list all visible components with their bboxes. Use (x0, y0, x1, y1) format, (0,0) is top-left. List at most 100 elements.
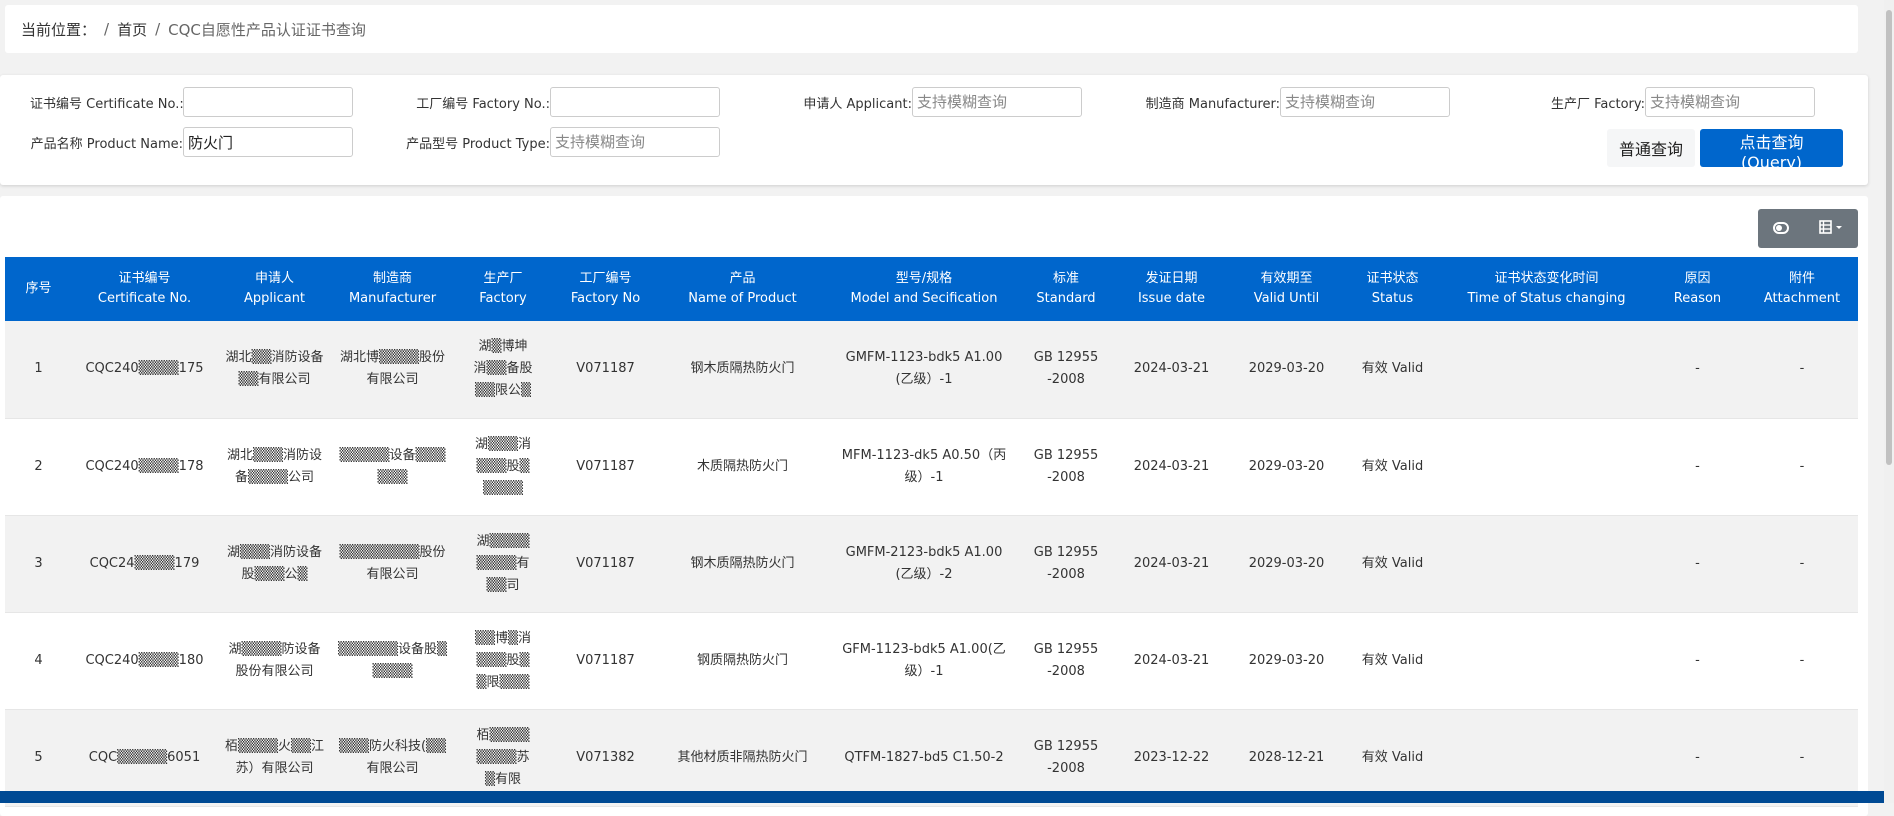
column-header-en: Applicant (243, 291, 306, 306)
manufacturer-input[interactable] (1280, 87, 1450, 117)
column-header-en: Model and Secification (850, 291, 998, 306)
table-cell: ▒▒▒▒▒设备▒▒▒▒▒▒ (332, 418, 453, 516)
cell-text: 湖▒▒▒消▒▒▒股▒▒▒▒▒ (475, 436, 531, 496)
cell-text: - (1695, 749, 1700, 765)
column-header-cn: 标准 (1052, 271, 1079, 286)
table-row[interactable]: 1 CQC240▒▒▒▒175 湖北▒▒消防设备▒▒有限公司 湖北博▒▒▒▒股份有限公… (5, 321, 1858, 419)
cell-text: - (1799, 361, 1805, 377)
table-cell: - (1649, 418, 1746, 516)
column-header[interactable]: 附件 Attachment (1746, 257, 1858, 321)
breadcrumb-label: 当前位置： (21, 20, 97, 39)
toggle-icon[interactable] (1773, 219, 1789, 238)
column-header[interactable]: 证书状态变化时间 Time of Status changing (1444, 257, 1649, 321)
column-header[interactable]: 工厂编号 Factory No (553, 257, 658, 321)
factory-label: 生产厂 Factory: (1550, 96, 1645, 112)
cell-text: GFM-1123-bdk5 A1.00(乙级）-1 (842, 641, 1006, 679)
cell-text: 钢木质隔热防火门 (690, 361, 795, 377)
table-cell: V071187 (553, 321, 658, 419)
table-cell: 钢木质隔热防火门 (658, 515, 827, 613)
cell-text: 有效 Valid (1361, 361, 1424, 377)
column-header-cn: 发证日期 (1145, 271, 1198, 286)
cell-text: 湖▒▒▒消防设备股▒▒▒公▒ (227, 544, 322, 582)
table-cell: 湖北博▒▒▒▒股份有限公司 (332, 321, 453, 419)
breadcrumb-home-link[interactable]: 首页 (117, 19, 147, 40)
cell-text: - (1695, 458, 1700, 474)
column-header-en: Time of Status changing (1467, 291, 1626, 306)
columns-icon[interactable] (1819, 219, 1843, 238)
table-cell: 有效 Valid (1341, 612, 1444, 710)
column-header[interactable]: 证书状态 Status (1341, 257, 1444, 321)
query-button[interactable]: 点击查询(Query) (1700, 129, 1843, 172)
cell-text: - (1799, 555, 1805, 571)
column-header[interactable]: 原因 Reason (1649, 257, 1746, 321)
table-cell: 2024-03-21 (1111, 321, 1232, 419)
table-cell: - (1746, 418, 1858, 516)
column-header[interactable]: 生产厂 Factory (453, 257, 553, 321)
table-cell: V071187 (553, 612, 658, 710)
column-header[interactable]: 证书编号 Certificate No. (72, 257, 217, 321)
vertical-scrollbar[interactable] (1884, 0, 1894, 803)
column-header-en: Standard (1036, 291, 1096, 306)
table-cell: 有效 Valid (1341, 515, 1444, 613)
cell-text: 钢木质隔热防火门 (690, 555, 795, 571)
table-cell: 2029-03-20 (1232, 418, 1341, 516)
column-header-cn: 序号 (25, 281, 52, 296)
field-product-name: 产品名称 Product Name: (30, 127, 353, 157)
scrollbar-thumb[interactable] (1886, 10, 1892, 465)
cell-text: 1 (34, 361, 43, 377)
cell-text: ▒▒▒▒▒设备▒▒▒▒▒▒ (339, 447, 446, 485)
table-cell: 湖▒博坤消▒▒备股▒▒限公▒ (453, 321, 553, 419)
cell-text: 有效 Valid (1361, 652, 1424, 668)
column-header[interactable]: 有效期至 Valid Until (1232, 257, 1341, 321)
cell-text: 湖▒▒▒▒▒▒▒▒有▒▒司 (476, 533, 530, 593)
table-cell: ▒▒▒▒▒▒▒▒股份有限公司 (332, 515, 453, 613)
factory-no-input[interactable] (550, 87, 720, 117)
field-factory: 生产厂 Factory: (1530, 87, 1815, 117)
product-name-input[interactable] (183, 127, 353, 157)
column-header[interactable]: 序号 (5, 257, 72, 321)
column-header[interactable]: 型号/规格 Model and Secification (827, 257, 1021, 321)
factory-input[interactable] (1645, 87, 1815, 117)
cell-text: V071187 (576, 652, 635, 668)
product-type-input[interactable] (550, 127, 720, 157)
cell-text: 2029-03-20 (1248, 652, 1325, 668)
column-header[interactable]: 制造商 Manufacturer (332, 257, 453, 321)
cell-text: GMFM-2123-bdk5 A1.00(乙级）-2 (845, 544, 1003, 582)
table-cell: 钢质隔热防火门 (658, 612, 827, 710)
column-header-en: Reason (1673, 291, 1722, 306)
column-header-en: Manufacturer (348, 291, 437, 306)
cell-text: 木质隔热防火门 (696, 458, 788, 474)
column-header[interactable]: 发证日期 Issue date (1111, 257, 1232, 321)
breadcrumb-separator: / (155, 20, 161, 38)
table-cell: - (1649, 515, 1746, 613)
column-header[interactable]: 产品 Name of Product (658, 257, 827, 321)
table-row[interactable]: 3 CQC24▒▒▒▒179 湖▒▒▒消防设备股▒▒▒公▒ ▒▒▒▒▒▒▒▒股份有限公… (5, 515, 1858, 613)
column-header-cn: 证书状态 (1366, 271, 1419, 286)
certificate-table: 序号 证书编号 Certificate No. 申请人 Applicant 制造商 Manu… (5, 257, 1858, 807)
field-factory-no: 工厂编号 Factory No.: (360, 87, 720, 117)
table-cell: CQC24▒▒▒▒179 (72, 515, 217, 613)
cell-text: 2029-03-20 (1248, 361, 1325, 377)
table-cell: 有效 Valid (1341, 321, 1444, 419)
cell-text: 其他材质非隔热防火门 (677, 749, 808, 765)
column-header-cn: 产品 (729, 271, 756, 286)
cell-text: 钢质隔热防火门 (696, 652, 788, 668)
table-row[interactable]: 2 CQC240▒▒▒▒178 湖北▒▒▒消防设备▒▒▒▒公司 ▒▒▒▒▒设备▒▒▒▒… (5, 418, 1858, 516)
table-cell: ▒▒博▒消▒▒▒股▒▒限▒▒▒ (453, 612, 553, 710)
plain-search-button[interactable]: 普通查询 (1607, 129, 1696, 167)
column-header-cn: 申请人 (254, 271, 294, 286)
product-type-label: 产品型号 Product Type: (406, 136, 550, 152)
table-row[interactable]: 4 CQC240▒▒▒▒180 湖▒▒▒▒防设备股份有限公司 ▒▒▒▒▒▒设备股▒▒▒… (5, 612, 1858, 710)
cell-text: 湖北▒▒消防设备▒▒有限公司 (225, 350, 324, 388)
column-header[interactable]: 申请人 Applicant (217, 257, 332, 321)
column-header[interactable]: 标准 Standard (1021, 257, 1111, 321)
table-cell: 2024-03-21 (1111, 515, 1232, 613)
applicant-input[interactable] (912, 87, 1082, 117)
footer-bar (0, 791, 1884, 803)
table-header-row: 序号 证书编号 Certificate No. 申请人 Applicant 制造商 Manu… (5, 257, 1858, 321)
cell-text: V071187 (576, 555, 635, 571)
cell-text: - (1695, 555, 1700, 571)
table-cell: - (1746, 515, 1858, 613)
certificate-no-input[interactable] (183, 87, 353, 117)
cell-text: V071382 (576, 749, 635, 765)
